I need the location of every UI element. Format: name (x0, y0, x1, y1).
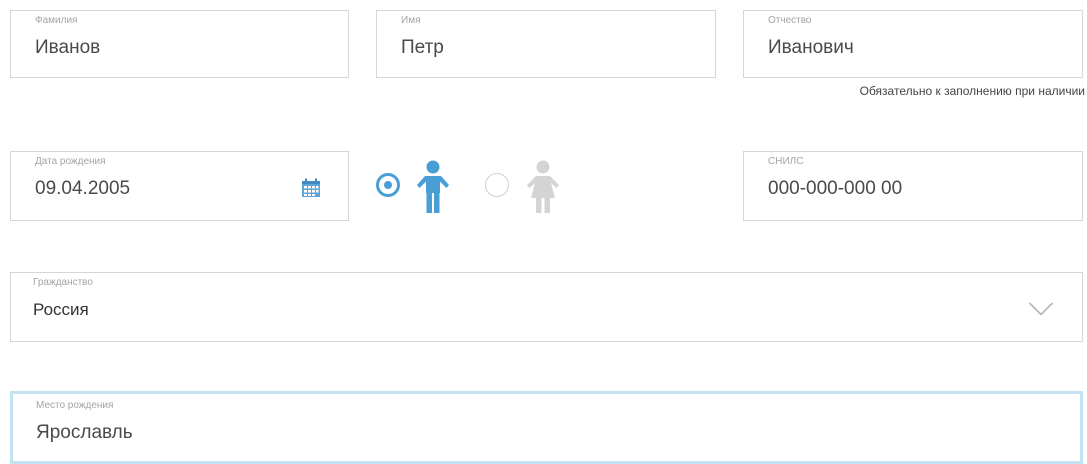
snils-value[interactable]: 000-000-000 00 (768, 178, 902, 200)
last-name-value[interactable]: Иванов (35, 37, 100, 59)
male-person-icon[interactable] (416, 160, 450, 214)
citizenship-value[interactable]: Россия (33, 300, 89, 320)
snils-label: СНИЛС (768, 156, 804, 167)
middle-name-hint: Обязательно к заполнению при наличии (859, 84, 1085, 98)
first-name-field[interactable]: Имя Петр (376, 10, 716, 78)
calendar-icon[interactable] (301, 178, 321, 198)
citizenship-label: Гражданство (33, 277, 93, 288)
last-name-field[interactable]: Фамилия Иванов (10, 10, 349, 78)
female-person-icon[interactable] (524, 160, 562, 214)
last-name-label: Фамилия (35, 15, 78, 26)
middle-name-value[interactable]: Иванович (768, 37, 854, 59)
chevron-down-icon[interactable] (1028, 301, 1054, 317)
middle-name-label: Отчество (768, 15, 812, 26)
birth-date-field[interactable]: Дата рождения 09.04.2005 (10, 151, 349, 221)
snils-field[interactable]: СНИЛС 000-000-000 00 (743, 151, 1083, 221)
birth-date-value[interactable]: 09.04.2005 (35, 178, 130, 200)
birth-date-label: Дата рождения (35, 156, 106, 167)
birth-place-label: Место рождения (36, 400, 114, 411)
middle-name-field[interactable]: Отчество Иванович (743, 10, 1083, 78)
first-name-value[interactable]: Петр (401, 37, 444, 59)
gender-male-radio[interactable] (376, 173, 400, 197)
citizenship-select[interactable]: Гражданство Россия (10, 272, 1083, 342)
gender-female-radio[interactable] (485, 173, 509, 197)
birth-place-value[interactable]: Ярославль (36, 422, 133, 444)
first-name-label: Имя (401, 15, 421, 26)
birth-place-field[interactable]: Место рождения Ярославль (10, 391, 1083, 464)
